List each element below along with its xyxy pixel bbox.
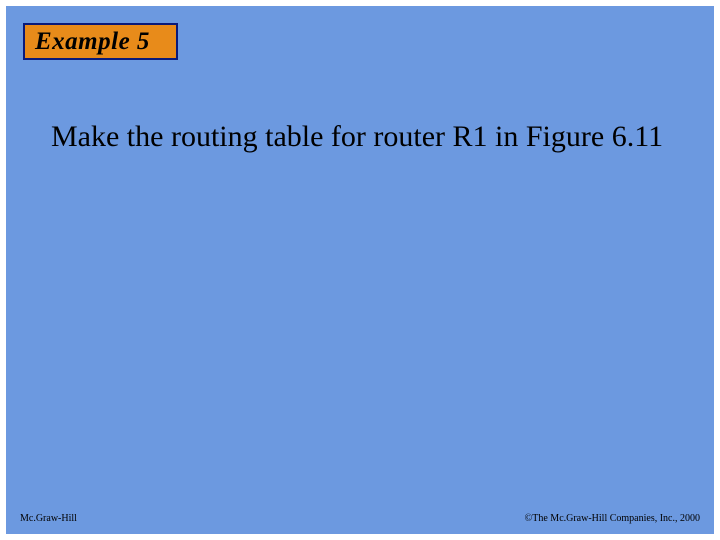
footer-left: Mc.Graw-Hill xyxy=(20,513,77,524)
example-badge: Example 5 xyxy=(23,23,178,60)
footer-right: ©The Mc.Graw-Hill Companies, Inc., 2000 xyxy=(525,513,700,524)
example-badge-label: Example 5 xyxy=(35,28,150,56)
slide-canvas: Example 5 Make the routing table for rou… xyxy=(6,6,714,534)
slide-body-text: Make the routing table for router R1 in … xyxy=(51,118,679,156)
